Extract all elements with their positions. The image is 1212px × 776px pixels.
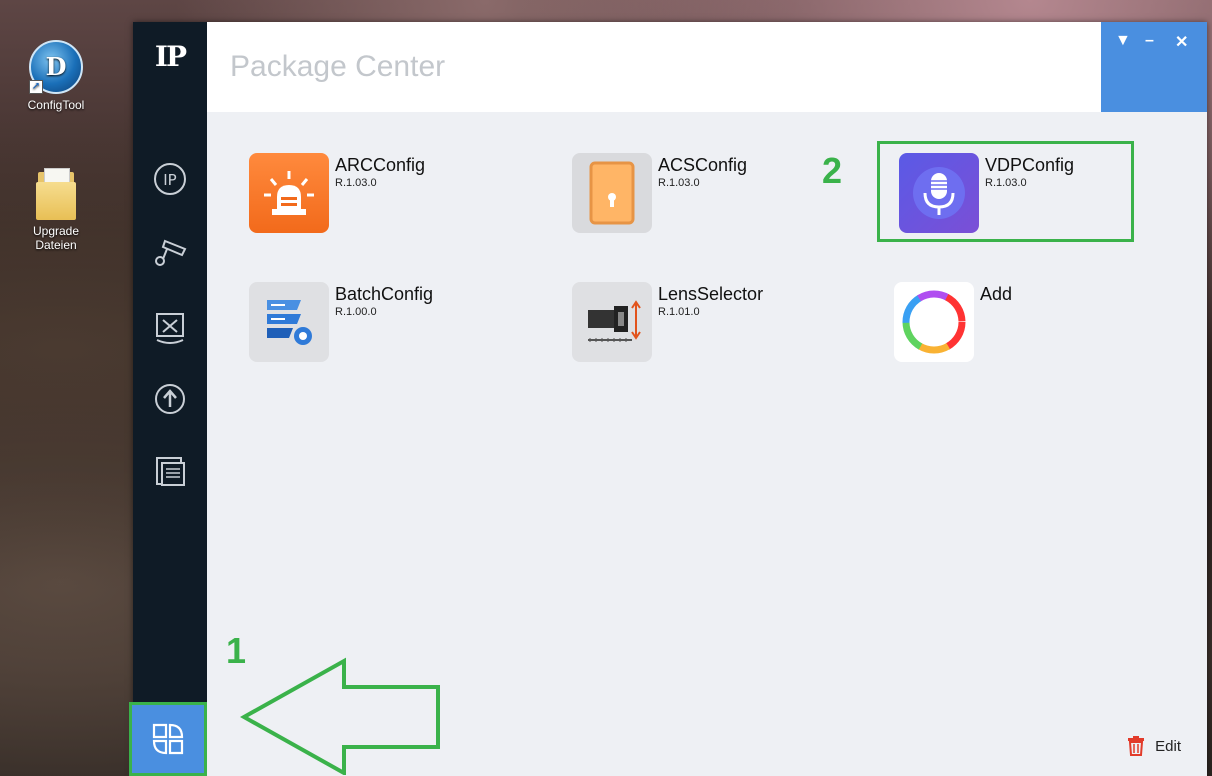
app-logo: IP [154, 40, 187, 73]
app-name: ARCConfig [335, 155, 426, 175]
document-icon[interactable] [150, 451, 190, 491]
add-ring-icon [894, 282, 974, 362]
annotation-step-2: 2 [822, 150, 843, 191]
edit-label: Edit [1155, 737, 1181, 755]
window-controls: ▼ – ✕ [1101, 22, 1207, 112]
tools-icon[interactable] [150, 307, 190, 347]
shortcut-arrow-icon: ↗ [29, 80, 43, 94]
app-name: ACSConfig [658, 155, 748, 175]
menu-dropdown-icon[interactable]: ▼ [1115, 32, 1131, 50]
sidebar: IP IP [129, 22, 207, 776]
app-tile-lensselector[interactable]: LensSelector R.1.01.0 [572, 282, 832, 372]
desktop-icon-label: Upgrade Dateien [32, 224, 80, 252]
trash-icon [1128, 736, 1145, 756]
window-header: Package Center ▼ – ✕ [207, 22, 1207, 112]
app-tile-batchconfig[interactable]: BatchConfig R.1.00.0 [249, 282, 509, 372]
package-center-nav-button[interactable] [129, 702, 207, 776]
minimize-button[interactable]: – [1145, 32, 1154, 50]
app-version: R.1.03.0 [658, 177, 700, 189]
camera-icon[interactable] [150, 231, 190, 271]
app-version: R.1.03.0 [335, 177, 377, 189]
annotation-arrow [240, 657, 440, 775]
app-name: BatchConfig [335, 284, 434, 304]
package-center-icon [152, 723, 184, 755]
app-tile-acsconfig[interactable]: ACSConfig R.1.03.0 [572, 153, 832, 243]
desktop-icon-upgrade-folder[interactable]: Upgrade Dateien [16, 168, 96, 252]
edit-button[interactable]: Edit [1127, 736, 1181, 756]
door-icon [572, 153, 652, 233]
upgrade-icon[interactable] [150, 379, 190, 419]
configtool-app-icon: D ↗ [29, 40, 83, 94]
siren-icon [249, 153, 329, 233]
app-tile-arcconfig[interactable]: ARCConfig R.1.03.0 [249, 153, 509, 243]
app-tile-add[interactable]: Add [894, 282, 1154, 372]
svg-text:IP: IP [163, 171, 176, 189]
app-name: Add [980, 284, 1013, 304]
lens-selector-icon [572, 282, 652, 362]
folder-icon [36, 168, 76, 220]
highlight-box-vdpconfig [877, 141, 1134, 242]
app-name: LensSelector [658, 284, 764, 304]
batch-config-icon [249, 282, 329, 362]
page-title: Package Center [230, 50, 446, 83]
app-version: R.1.00.0 [335, 306, 377, 318]
desktop-icon-configtool[interactable]: D ↗ ConfigTool [16, 40, 96, 112]
desktop-icon-label: ConfigTool [27, 98, 85, 112]
ip-config-icon[interactable]: IP [150, 159, 190, 199]
app-version: R.1.01.0 [658, 306, 700, 318]
close-button[interactable]: ✕ [1175, 32, 1188, 52]
